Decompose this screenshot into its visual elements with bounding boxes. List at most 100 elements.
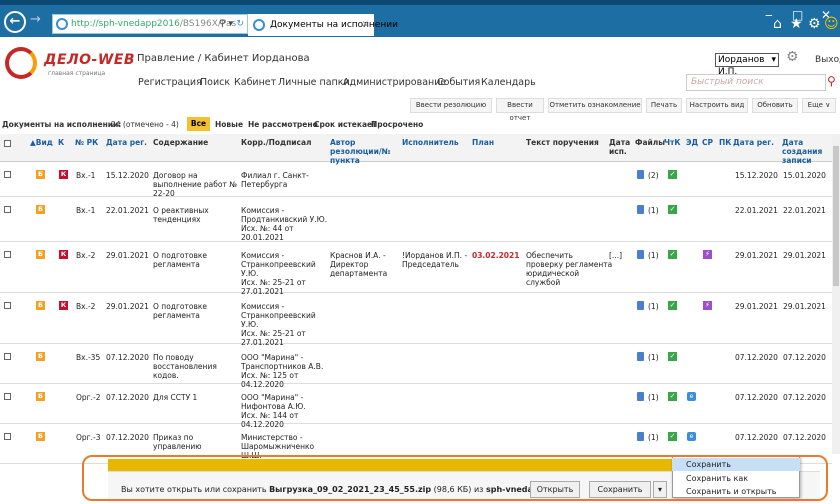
cell-content-line[interactable]: По поводу xyxy=(153,353,194,362)
file-icon[interactable] xyxy=(637,301,644,310)
cell-files[interactable]: (2) xyxy=(648,171,659,180)
col-exec[interactable]: Исполнитель xyxy=(402,138,459,147)
cell-content-line[interactable]: Договор на xyxy=(153,171,198,180)
menu-cabinet[interactable]: Кабинет xyxy=(234,77,276,88)
col-text[interactable]: Текст поручения xyxy=(526,138,599,147)
col-date-reg2[interactable]: Дата рег. xyxy=(733,138,774,147)
cell-content-line[interactable]: выполнение работ № xyxy=(153,180,237,189)
menu-calendar[interactable]: Календарь xyxy=(481,77,536,88)
logo-subtitle[interactable]: главная страница xyxy=(48,70,105,77)
menu-administration[interactable]: Администрирование xyxy=(343,77,446,88)
col-k[interactable]: К xyxy=(58,138,64,147)
refresh-button[interactable]: Обновить xyxy=(752,98,798,113)
col-corr[interactable]: Корр./Подписал xyxy=(241,138,312,147)
cell-date-exec[interactable]: [...] xyxy=(609,251,622,260)
row-checkbox[interactable] xyxy=(4,393,11,400)
table-row[interactable]: Б Орг.-2 07.12.2020 Для ССТУ 1 ООО "Марина" … xyxy=(0,384,832,429)
close-tab-icon[interactable]: ✕ xyxy=(361,14,369,36)
print-button[interactable]: Печать xyxy=(646,98,682,113)
menu-registration[interactable]: Регистрация xyxy=(138,77,202,88)
menu-personal-folders[interactable]: Личные папки xyxy=(278,77,350,88)
filter-overdue[interactable]: Просрочено xyxy=(371,118,423,132)
tab-documents[interactable]: Документы на исполнении ✕ xyxy=(248,14,398,36)
forward-button-icon[interactable]: → xyxy=(30,12,41,27)
cell-files[interactable]: (1) xyxy=(648,393,659,402)
file-icon[interactable] xyxy=(637,250,644,259)
col-content[interactable]: Содержание xyxy=(153,138,208,147)
cell-rk[interactable]: Вх.-2 xyxy=(76,302,95,311)
cell-files[interactable]: (1) xyxy=(648,353,659,362)
row-checkbox[interactable] xyxy=(4,171,11,178)
file-icon[interactable] xyxy=(637,432,644,441)
cell-content-line[interactable]: восстановления xyxy=(153,362,217,371)
cell-content-line[interactable]: О подготовке xyxy=(153,302,207,311)
quick-search-input[interactable]: Быстрый поиск xyxy=(686,74,826,91)
address-bar[interactable]: http://sph-vnedapp2016/BS196X/Pas ⚲ ▾ ↻ xyxy=(52,14,248,34)
cell-content-line[interactable]: О подготовке xyxy=(153,251,207,260)
cell-content-line[interactable]: регламента xyxy=(153,311,200,320)
table-row[interactable]: Б К Вх.-1 15.12.2020 Договор на выполнение ра… xyxy=(0,162,832,198)
cell-files[interactable]: (1) xyxy=(648,206,659,215)
filter-not-reviewed[interactable]: Не рассмотрено xyxy=(248,118,318,132)
cell-content-line[interactable]: О реактивных xyxy=(153,206,209,215)
mark-acquaintance-button[interactable]: Отметить ознакомление xyxy=(548,98,642,113)
cell-files[interactable]: (1) xyxy=(648,302,659,311)
col-author[interactable]: Автор резолюции/№ пункта xyxy=(330,138,394,165)
home-icon[interactable]: ⌂ xyxy=(773,16,782,32)
favorites-star-icon[interactable]: ★ xyxy=(790,16,803,32)
col-pk[interactable]: ПК xyxy=(719,138,731,147)
cell-rk[interactable]: Вх.-1 xyxy=(76,171,95,180)
file-icon[interactable] xyxy=(637,205,644,214)
filter-new[interactable]: Новые xyxy=(215,118,243,132)
col-rk[interactable]: № РК xyxy=(75,138,98,147)
col-vid[interactable]: ▲Вид xyxy=(30,138,53,147)
file-icon[interactable] xyxy=(637,352,644,361)
logout-link[interactable]: Выход xyxy=(815,55,840,65)
lightning-icon[interactable]: ⚡ xyxy=(703,301,712,310)
scrollbar-thumb[interactable] xyxy=(833,146,839,286)
back-button-icon[interactable]: ← xyxy=(4,11,26,33)
refresh-icon[interactable]: ↻ xyxy=(236,15,244,33)
cell-content-line[interactable]: управлению xyxy=(153,442,202,451)
col-chtk[interactable]: ЧтК xyxy=(664,138,681,147)
col-ed[interactable]: ЭД xyxy=(686,138,698,147)
cell-rk[interactable]: Орг.-3 xyxy=(76,433,100,442)
select-all-checkbox[interactable] xyxy=(4,140,11,147)
file-icon[interactable] xyxy=(637,392,644,401)
col-date-create[interactable]: Дата создания записи xyxy=(782,138,830,165)
filter-all[interactable]: Все xyxy=(187,117,210,131)
lightning-icon[interactable]: ⚡ xyxy=(703,250,712,259)
row-checkbox[interactable] xyxy=(4,206,11,213)
search-icon[interactable]: ⚲ xyxy=(827,74,836,88)
cell-content-line[interactable]: тенденциях xyxy=(153,215,201,224)
minimize-icon[interactable]: ‒ xyxy=(765,8,773,22)
row-checkbox[interactable] xyxy=(4,433,11,440)
cell-files[interactable]: (1) xyxy=(648,251,659,260)
enter-report-button[interactable]: Ввести отчет xyxy=(496,98,544,122)
menu-events[interactable]: События xyxy=(437,77,480,88)
col-sr[interactable]: СР xyxy=(702,138,713,147)
col-date-exec[interactable]: Дата исп. xyxy=(609,138,631,156)
row-checkbox[interactable] xyxy=(4,353,11,360)
settings-gear-icon[interactable]: ⚙ xyxy=(808,16,821,32)
enter-resolution-button[interactable]: Ввести резолюцию xyxy=(410,98,492,113)
cell-rk[interactable]: Вх.-35 xyxy=(76,353,100,362)
cell-rk[interactable]: Вх.-1 xyxy=(76,206,95,215)
cell-content-line[interactable]: кодов. xyxy=(153,371,179,380)
customize-view-button[interactable]: Настроить вид xyxy=(686,98,748,113)
filter-expiring[interactable]: Срок истекает xyxy=(314,118,376,132)
table-row[interactable]: Б К Вх.-2 29.01.2021 О подготовке регламента К… xyxy=(0,242,832,296)
cell-rk[interactable]: Орг.-2 xyxy=(76,393,100,402)
file-icon[interactable] xyxy=(637,170,644,179)
menu-search[interactable]: Поиск xyxy=(200,77,230,88)
cell-content-line[interactable]: Для ССТУ 1 xyxy=(153,393,197,402)
e-document-icon[interactable]: e xyxy=(687,392,696,401)
table-row[interactable]: Б Вх.-35 07.12.2020 По поводу восстановления… xyxy=(0,344,832,389)
gear-icon[interactable]: ⚙ xyxy=(786,49,799,65)
col-date[interactable]: Дата рег. xyxy=(106,138,147,147)
smiley-feedback-icon[interactable]: ☺ xyxy=(824,16,839,32)
col-files[interactable]: Файлы xyxy=(635,138,665,147)
more-button[interactable]: Еще ∨ xyxy=(802,98,836,113)
cell-content-line[interactable]: регламента xyxy=(153,260,200,269)
table-row[interactable]: Б Вх.-1 22.01.2021 О реактивных тенденциях Ко… xyxy=(0,197,832,242)
